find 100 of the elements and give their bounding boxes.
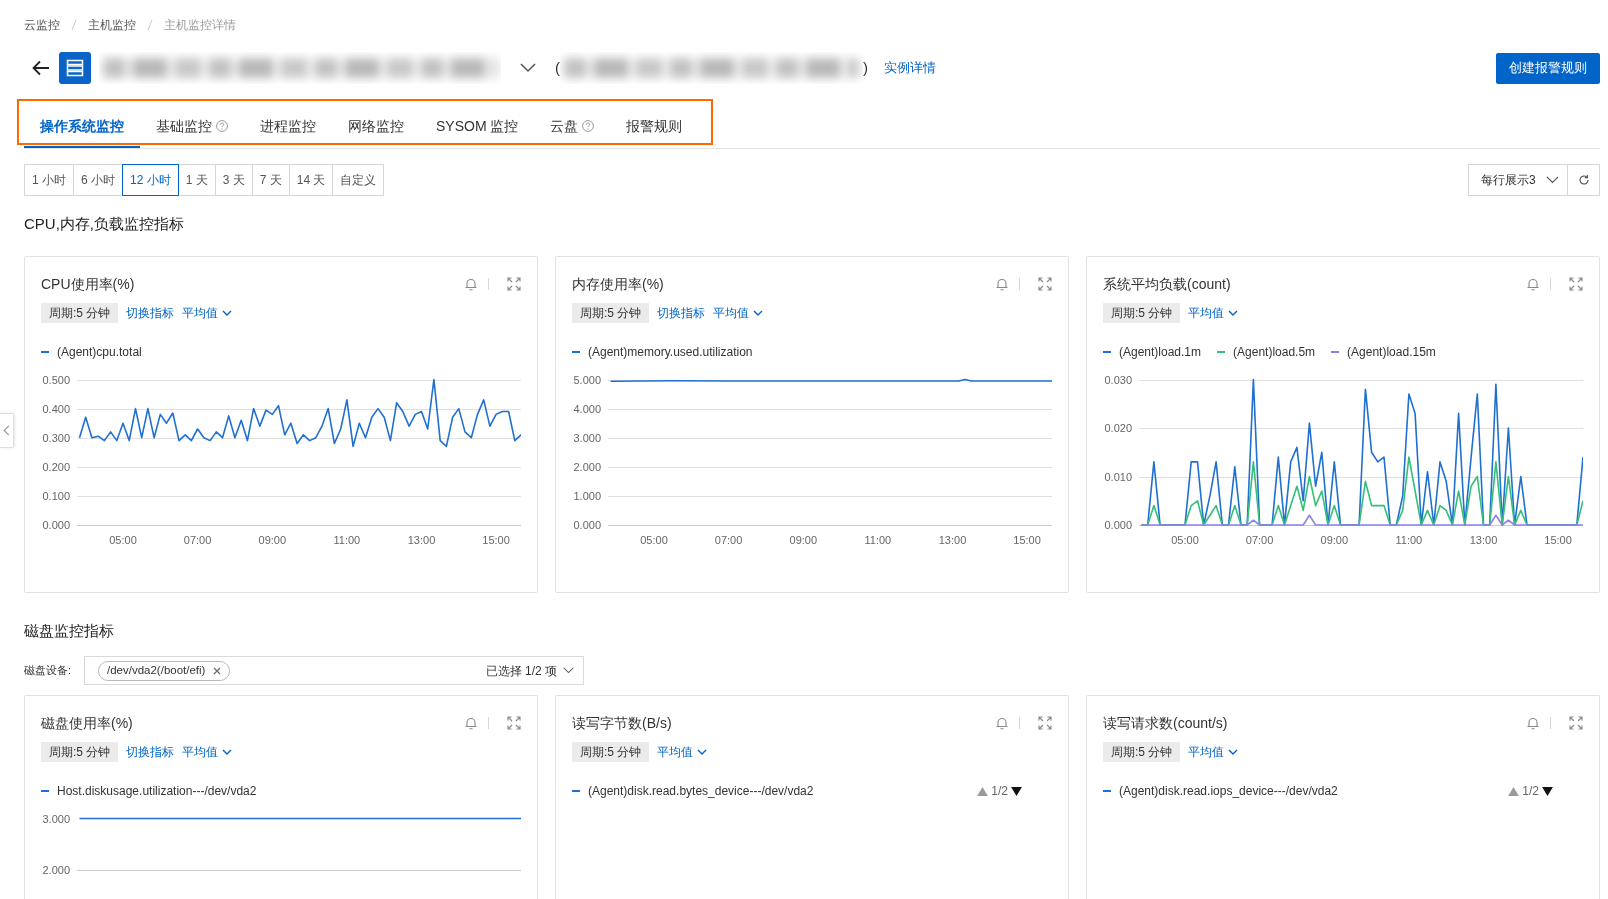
tab[interactable]: SYSOM 监控 (420, 102, 535, 148)
axis-label: 05:00 (1171, 533, 1199, 546)
time-range-button[interactable]: 12 小时 (122, 164, 179, 196)
legend-label: (Agent)load.1m (1119, 344, 1202, 361)
help-icon[interactable] (582, 120, 595, 132)
axis-label: 11:00 (333, 533, 361, 546)
axis-label: 05:00 (109, 533, 137, 546)
tab[interactable]: 网络监控 (332, 102, 420, 148)
legend-label: (Agent)disk.read.iops_device---/dev/vda2 (1119, 783, 1338, 800)
period-tag: 周期:5 分钟 (572, 303, 650, 323)
bell-icon[interactable] (1526, 716, 1540, 730)
tab[interactable]: 基础监控 (140, 102, 244, 148)
axis-label: 0.400 (42, 402, 70, 415)
device-select[interactable]: /dev/vda2(/boot/efi) 已选择 1/2 项 (84, 656, 584, 685)
axis-label: 0.500 (42, 373, 70, 386)
switch-metric-link[interactable]: 切换指标 (657, 304, 706, 322)
axis-label: 15:00 (1544, 533, 1572, 546)
bell-icon[interactable] (464, 716, 478, 730)
close-icon[interactable] (213, 666, 222, 675)
aggregate-dropdown[interactable]: 平均值 (182, 304, 233, 322)
tab[interactable]: 报警规则 (610, 102, 699, 148)
breadcrumb-link[interactable]: 云监控 (24, 16, 60, 34)
axis-label: 2.000 (42, 864, 70, 876)
axis-label: 0.200 (42, 460, 70, 473)
time-range-button[interactable]: 自定义 (332, 164, 385, 196)
aggregate-dropdown[interactable]: 平均值 (182, 743, 233, 761)
time-range-button[interactable]: 14 天 (288, 164, 334, 196)
time-range-button[interactable]: 7 天 (251, 164, 290, 196)
selection-summary: 已选择 1/2 项 (485, 662, 557, 680)
axis-label: 13:00 (407, 533, 436, 546)
fullscreen-icon[interactable] (507, 716, 521, 730)
chevron-down-icon (697, 748, 708, 756)
tab[interactable]: 云盘 (534, 102, 611, 148)
pager-label: 1/2 (1522, 783, 1539, 800)
device-tag-label: /dev/vda2(/boot/efi) (107, 662, 206, 678)
legend-label: (Agent)disk.read.bytes_device---/dev/vda2 (588, 783, 814, 800)
layout-select[interactable]: 每行展示3 (1468, 164, 1568, 196)
pager-label: 1/2 (991, 783, 1008, 800)
axis-label: 3.000 (42, 812, 70, 825)
fullscreen-icon[interactable] (1038, 716, 1052, 730)
fullscreen-icon[interactable] (507, 277, 521, 291)
help-icon[interactable] (216, 120, 228, 132)
bell-icon[interactable] (995, 716, 1009, 730)
time-range-button[interactable]: 1 小时 (24, 164, 74, 196)
back-arrow-icon[interactable] (32, 60, 50, 76)
legend-label: Host.diskusage.utilization---/dev/vda2 (57, 783, 257, 800)
chevron-down-icon (1228, 748, 1239, 756)
aggregate-dropdown[interactable]: 平均值 (657, 743, 708, 761)
axis-label: 0.100 (42, 489, 70, 502)
card-title: CPU使用率(%) (41, 274, 135, 294)
period-tag: 周期:5 分钟 (1103, 742, 1181, 762)
chevron-left-icon (3, 425, 10, 436)
axis-label: 15:00 (482, 533, 510, 546)
fullscreen-icon[interactable] (1038, 277, 1052, 291)
period-tag: 周期:5 分钟 (1103, 303, 1181, 323)
legend-label: (Agent)load.15m (1347, 344, 1436, 361)
time-range-button[interactable]: 1 天 (177, 164, 216, 196)
bell-icon[interactable] (1526, 277, 1540, 291)
instance-detail-link[interactable]: 实例详情 (884, 58, 936, 78)
switch-metric-link[interactable]: 切换指标 (126, 304, 175, 322)
fullscreen-icon[interactable] (1569, 716, 1583, 730)
axis-label: 13:00 (1469, 533, 1498, 546)
axis-label: 0.020 (1104, 422, 1132, 434)
fullscreen-icon[interactable] (1569, 277, 1583, 291)
collapse-handle[interactable] (0, 413, 14, 448)
switch-metric-link[interactable]: 切换指标 (126, 743, 175, 761)
aggregate-dropdown[interactable]: 平均值 (1188, 743, 1239, 761)
legend-label: (Agent)memory.used.utilization (588, 344, 753, 361)
axis-label: 3.000 (573, 431, 601, 444)
refresh-button[interactable] (1567, 164, 1600, 196)
axis-label: 05:00 (640, 533, 668, 546)
card-title: 读写字节数(B/s) (572, 713, 672, 733)
axis-label: 09:00 (789, 533, 818, 546)
breadcrumb-separator-icon (147, 19, 153, 31)
axis-label: 11:00 (864, 533, 892, 546)
card-title: 磁盘使用率(%) (41, 713, 133, 733)
create-alarm-rule-button[interactable]: 创建报警规则 (1496, 52, 1600, 84)
tab[interactable]: 进程监控 (244, 102, 332, 148)
time-range-button[interactable]: 3 天 (214, 164, 253, 196)
axis-label: 07:00 (183, 533, 212, 546)
axis-label: 4.000 (573, 402, 601, 415)
time-range-button[interactable]: 6 小时 (73, 164, 124, 196)
bell-icon[interactable] (995, 277, 1009, 291)
bell-icon[interactable] (464, 277, 478, 291)
axis-label: 0.000 (1104, 519, 1132, 531)
period-tag: 周期:5 分钟 (41, 303, 119, 323)
chevron-down-icon (1228, 309, 1239, 317)
axis-label: 1.000 (573, 489, 601, 502)
chevron-down-icon (222, 748, 233, 756)
axis-label: 07:00 (1245, 533, 1274, 546)
axis-label: 09:00 (258, 533, 287, 546)
axis-label: 15:00 (1013, 533, 1041, 546)
pager-down-icon[interactable] (1542, 786, 1553, 796)
breadcrumb-link[interactable]: 主机监控 (88, 16, 136, 34)
aggregate-dropdown[interactable]: 平均值 (1188, 304, 1239, 322)
aggregate-dropdown[interactable]: 平均值 (713, 304, 764, 322)
pager-down-icon[interactable] (1011, 786, 1022, 796)
chevron-down-icon[interactable] (520, 63, 536, 73)
tab[interactable]: 操作系统监控 (24, 102, 140, 148)
axis-label: 0.000 (573, 519, 601, 531)
